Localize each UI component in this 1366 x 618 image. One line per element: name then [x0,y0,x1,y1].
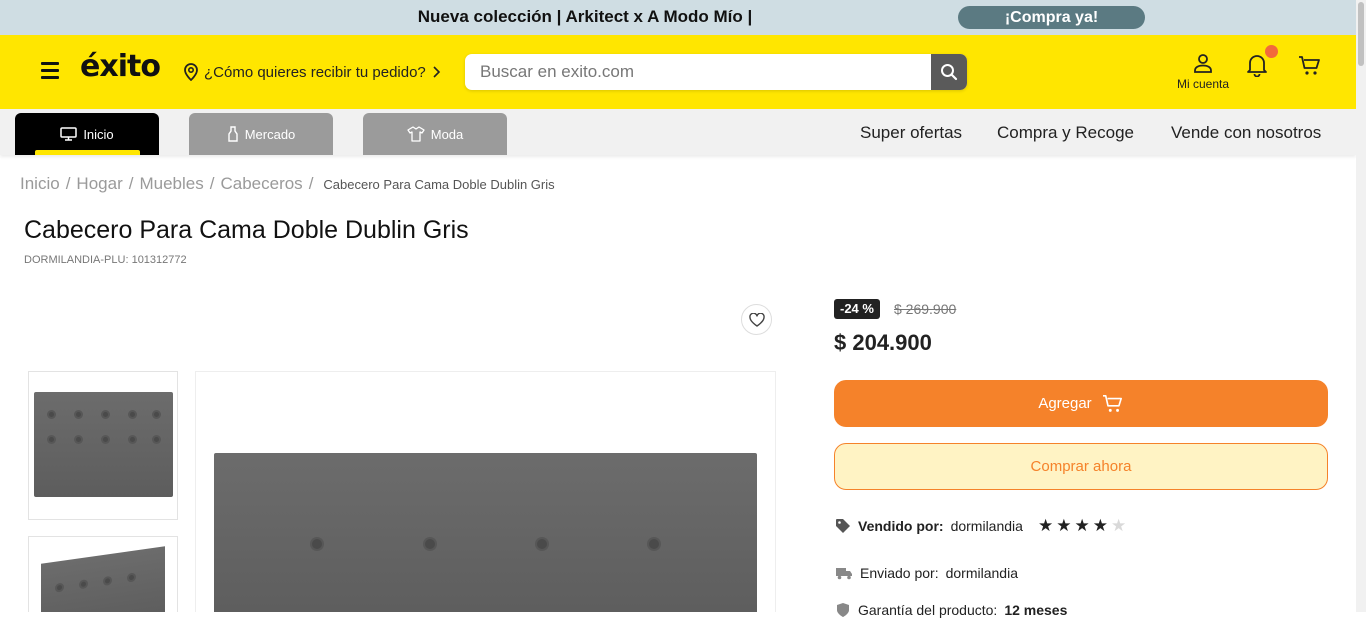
shipped-by-row: Enviado por: dormilandia [835,565,1018,581]
chevron-right-icon [433,66,440,78]
delivery-selector[interactable]: ¿Cómo quieres recibir tu pedido? [183,62,441,82]
account-button[interactable]: Mi cuenta [1170,53,1236,91]
delivery-prompt: ¿Cómo quieres recibir tu pedido? [204,63,426,81]
buy-now-button[interactable]: Comprar ahora [834,443,1328,490]
shield-icon [837,603,849,617]
product-title: Cabecero Para Cama Doble Dublin Gris [24,216,469,244]
bell-icon [1247,55,1267,78]
shipped-by-label: Enviado por: [860,565,939,581]
promo-cta-button[interactable]: ¡Compra ya! [958,6,1145,29]
shirt-icon [407,126,425,142]
add-label: Agregar [1038,395,1092,412]
star-icon: ★ [1110,516,1127,535]
add-to-cart-button[interactable]: Agregar [834,380,1328,427]
promo-bar: Nueva colección | Arkitect x A Modo Mío … [0,0,1356,35]
exito-logo[interactable]: éxito [80,49,161,84]
link-super-ofertas[interactable]: Super ofertas [860,123,962,143]
cart-icon [1102,394,1122,412]
product-plu: DORMILANDIA-PLU: 101312772 [24,254,187,266]
cart-icon [1299,56,1320,75]
search-button[interactable] [931,54,967,90]
product-thumbnail[interactable] [28,371,178,520]
tag-icon [836,518,850,533]
discount-badge: -24 % [834,299,880,319]
headboard-image [214,453,757,612]
scrollbar-thumb[interactable] [1358,2,1364,66]
seller-rating: ★ ★ ★ ★ ★ [1038,517,1126,534]
menu-icon[interactable] [41,62,59,79]
active-tab-indicator [35,150,140,155]
truck-icon [836,568,852,580]
search-input[interactable] [465,54,931,90]
breadcrumb-separator: / [209,174,215,193]
cart-button[interactable] [1298,55,1322,82]
star-icon: ★ [1056,516,1072,535]
headboard-angle-image [41,546,165,612]
notification-badge [1265,45,1278,58]
monitor-icon [60,127,78,141]
notifications-button[interactable] [1246,53,1268,82]
breadcrumb-current: Cabecero Para Cama Doble Dublin Gris [323,177,555,192]
location-pin-icon [184,63,198,81]
breadcrumb-cabeceros[interactable]: Cabeceros [220,174,302,194]
old-price: $ 269.900 [894,301,957,317]
favorite-button[interactable] [741,304,772,335]
star-icon: ★ [1092,516,1108,535]
sold-by-seller[interactable]: dormilandia [951,518,1023,534]
breadcrumb-muebles[interactable]: Muebles [139,174,203,194]
account-label: Mi cuenta [1176,77,1230,91]
search-bar [465,54,967,90]
breadcrumb: Inicio / Hogar / Muebles / Cabeceros / C… [20,174,555,194]
search-icon [941,64,958,81]
sold-by-row: Vendido por: dormilandia ★ ★ ★ ★ ★ [835,517,1126,534]
tab-moda[interactable]: Moda [363,113,507,155]
tab-label: Moda [430,126,464,142]
star-icon: ★ [1037,516,1054,535]
warranty-row: Garantía del producto: 12 meses [835,602,1067,618]
breadcrumb-separator: / [308,174,314,193]
breadcrumb-separator: / [128,174,134,193]
breadcrumb-hogar[interactable]: Hogar [76,174,122,194]
link-compra-y-recoge[interactable]: Compra y Recoge [997,123,1134,143]
tab-label: Mercado [244,126,296,142]
product-thumbnail[interactable] [28,536,178,612]
category-bar: Inicio Mercado Moda Super ofertas Compra… [0,109,1356,155]
warranty-value: 12 meses [1004,602,1068,618]
breadcrumb-inicio[interactable]: Inicio [20,174,60,194]
user-icon [1194,54,1212,73]
tab-inicio[interactable]: Inicio [15,113,159,155]
link-vende-con-nosotros[interactable]: Vende con nosotros [1171,123,1321,143]
shipped-by-seller: dormilandia [945,565,1018,581]
tab-mercado[interactable]: Mercado [189,113,333,155]
heart-icon [748,312,765,327]
vertical-scrollbar[interactable] [1356,0,1366,612]
bottle-icon [228,126,238,142]
breadcrumb-separator: / [65,174,71,193]
headboard-image [34,392,173,497]
sold-by-label: Vendido por: [858,517,944,534]
main-product-image[interactable] [195,371,776,612]
warranty-label: Garantía del producto: [858,602,998,618]
current-price: $ 204.900 [834,330,932,355]
site-header: éxito ¿Cómo quieres recibir tu pedido? M… [0,35,1356,109]
tab-label: Inicio [83,126,114,142]
star-icon: ★ [1074,516,1090,535]
